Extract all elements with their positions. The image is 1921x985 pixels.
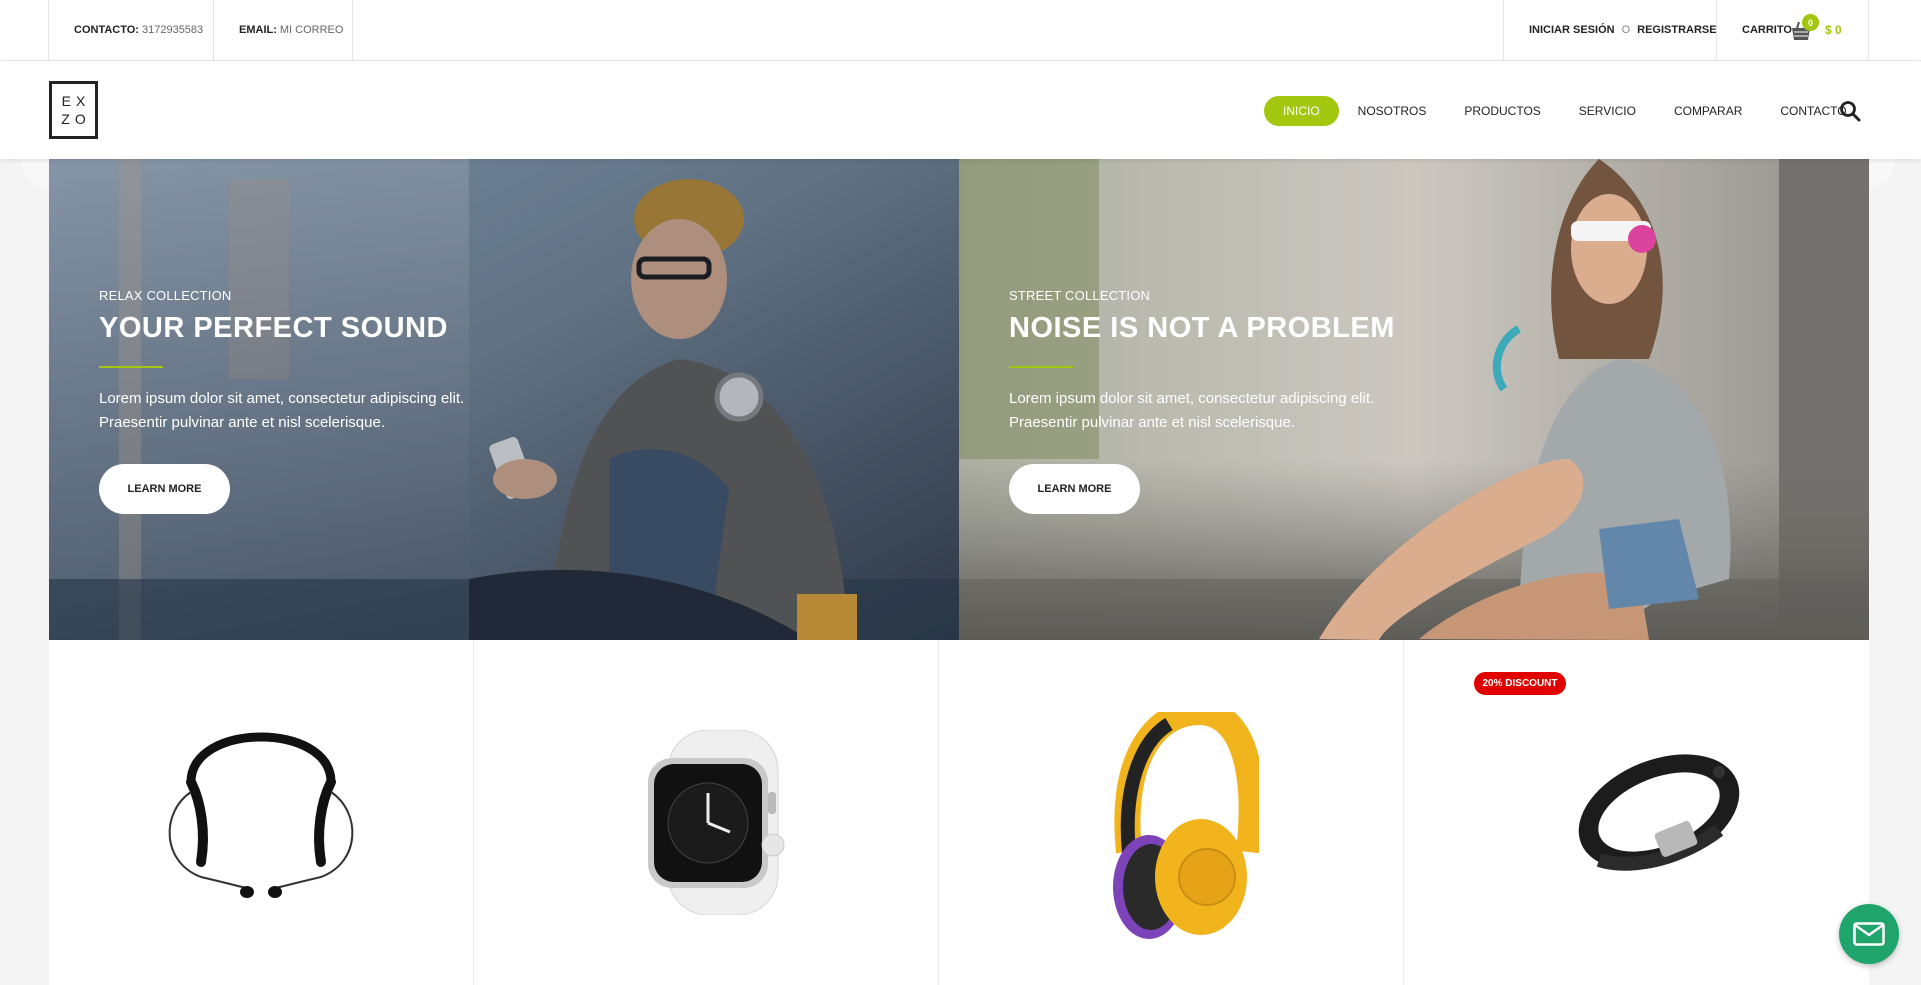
cart-total: $ 0 [1825,23,1842,37]
neckband-headphones-icon [168,732,354,898]
login-link[interactable]: INICIAR SESIÓN [1529,24,1615,36]
logo-line-1: EX [61,93,91,109]
email-value: MI CORREO [279,24,344,36]
cart-count-badge: 0 [1802,14,1819,31]
nav-item-servicio[interactable]: SERVICIO [1560,96,1655,126]
main-nav: INICIO NOSOTROS PRODUCTOS SERVICIO COMPA… [1264,96,1866,126]
hero-description: Lorem ipsum dolor sit amet, consectetur … [99,390,465,431]
divider [1503,0,1504,60]
mail-icon [1853,922,1885,946]
auth-links: INICIAR SESIÓN O REGISTRARSE [1529,0,1717,60]
contact-info: CONTACTO: 3172935583 [74,0,203,60]
register-link[interactable]: REGISTRARSE [1637,24,1716,36]
or-separator: O [1621,24,1631,36]
cart-label: CARRITO [1742,24,1792,36]
top-bar: CONTACTO: 3172935583 EMAIL: MI CORREO IN… [0,0,1921,61]
hero-description: Lorem ipsum dolor sit amet, consectetur … [1009,390,1375,431]
chat-button[interactable] [1839,904,1899,964]
hero-subtitle: RELAX COLLECTION [99,288,232,303]
hero-panel-street: STREET COLLECTION NOISE IS NOT A PROBLEM… [959,159,1869,640]
hero-title: YOUR PERFECT SOUND [99,312,448,344]
nav-item-productos[interactable]: PRODUCTOS [1445,96,1559,126]
nav-item-nosotros[interactable]: NOSOTROS [1339,96,1446,126]
fitness-band-icon [1578,754,1740,871]
product-card[interactable] [1404,640,1869,985]
hero-slider: RELAX COLLECTION YOUR PERFECT SOUND Lore… [49,159,1869,640]
product-card[interactable] [939,640,1403,985]
learn-more-button[interactable]: LEARN MORE [1009,464,1140,514]
smartwatch-icon [648,730,785,915]
nav-item-inicio[interactable]: INICIO [1264,96,1339,126]
divider [1716,0,1717,60]
hero-title: NOISE IS NOT A PROBLEM [1009,312,1395,344]
product-card[interactable] [474,640,938,985]
divider [48,0,49,60]
hero-panel-relax: RELAX COLLECTION YOUR PERFECT SOUND Lore… [49,159,959,640]
logo[interactable]: EX ZO [49,81,98,139]
product-grid [49,640,1869,985]
over-ear-headphones-icon [1113,712,1259,939]
divider [213,0,214,60]
accent-line [1009,366,1073,368]
learn-more-button[interactable]: LEARN MORE [99,464,230,514]
main-header: EX ZO INICIO NOSOTROS PRODUCTOS SERVICIO… [0,61,1921,159]
logo-line-2: ZO [61,111,91,127]
contact-label: CONTACTO: [74,24,139,36]
product-card[interactable] [49,640,473,985]
divider [1868,0,1869,60]
search-icon[interactable] [1838,99,1862,123]
email-info: EMAIL: MI CORREO [239,0,343,60]
contact-value: 3172935583 [141,24,204,36]
accent-line [99,366,163,368]
cart-link[interactable]: CARRITO [1742,0,1792,60]
divider [352,0,353,60]
discount-badge: 20% DISCOUNT [1474,672,1566,695]
nav-item-comparar[interactable]: COMPARAR [1655,96,1761,126]
hero-subtitle: STREET COLLECTION [1009,288,1151,303]
email-label: EMAIL: [239,24,277,36]
